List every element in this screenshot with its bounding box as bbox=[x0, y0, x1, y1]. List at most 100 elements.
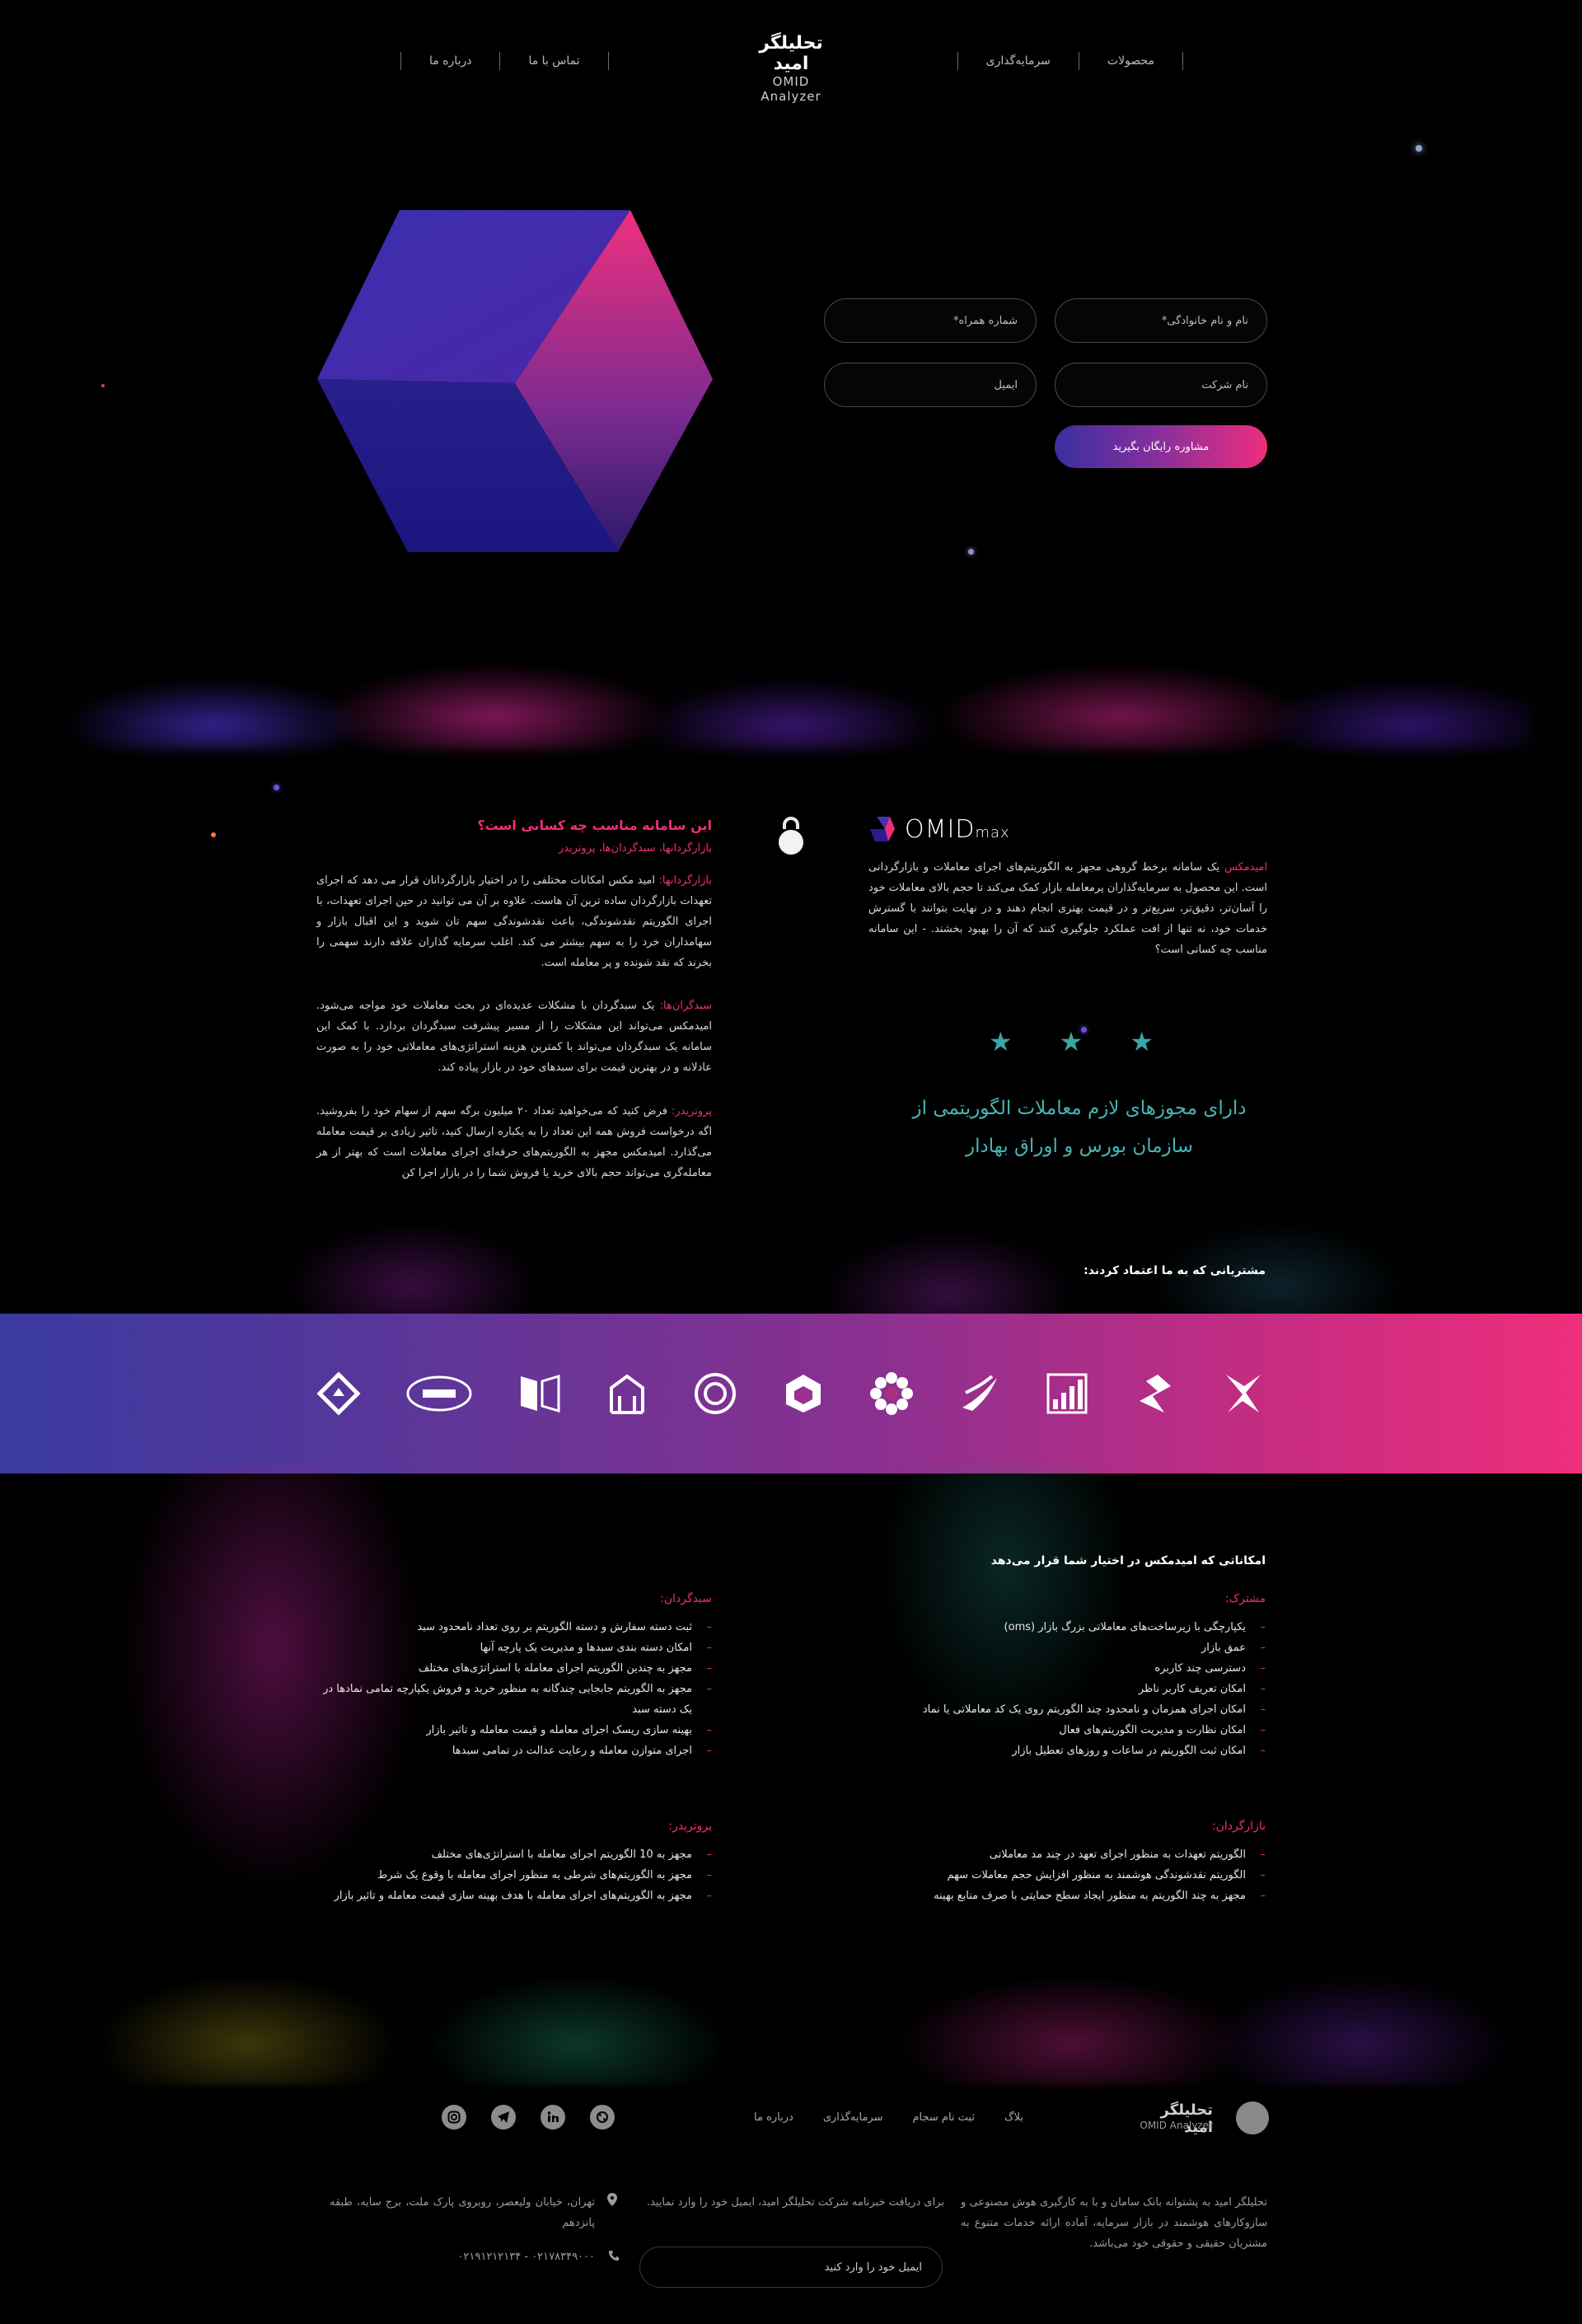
footer-about-text: تحلیلگر امید به پشتوانه بانک سامان و با … bbox=[961, 2196, 1267, 2250]
list-item: الگوریتم نقدشوندگی هوشمند به منظور افزای… bbox=[854, 1865, 1266, 1886]
common-features-list: یکپارچگی با زیرساخت‌های معاملاتی بزرگ با… bbox=[854, 1617, 1266, 1761]
company-input[interactable]: نام شرکت bbox=[1055, 363, 1267, 407]
footer-nav: بلاگ ثبت نام سجام سرمایه‌گذاری درباره ما bbox=[754, 2111, 1023, 2124]
footer-nav-blog[interactable]: بلاگ bbox=[1004, 2111, 1023, 2124]
list-item: مجهز به الگوریتم‌های اجرای معامله با هدف… bbox=[316, 1886, 712, 1906]
footer-nav-about[interactable]: درباره ما bbox=[754, 2111, 793, 2124]
telegram-icon[interactable] bbox=[491, 2105, 516, 2130]
audience-marketmakers-text: بازارگردانها: امید مکس امکانات مختلفی را… bbox=[316, 874, 712, 969]
list-item: دسترسی چند کاربره bbox=[854, 1658, 1266, 1679]
client-logo bbox=[517, 1371, 562, 1416]
star-icon: ★ bbox=[1130, 1026, 1154, 1057]
client-logo bbox=[1045, 1371, 1089, 1416]
marketmaker-features-heading: بازارگردان: bbox=[1211, 1820, 1266, 1833]
newsletter-text: برای دریافت خبرنامه شرکت تحلیلگر امید، ا… bbox=[646, 2196, 944, 2209]
location-pin-icon bbox=[606, 2192, 618, 2210]
licence-stars: ★ ★ ★ bbox=[989, 1028, 1154, 1061]
social-links bbox=[442, 2105, 615, 2130]
email-input[interactable]: ایمیل bbox=[824, 363, 1037, 407]
fullname-input[interactable]: نام و نام خانوادگی* bbox=[1055, 298, 1267, 343]
audience-subtitle: بازارگردانها، سبدگردان‌ها، پروتریدر bbox=[558, 842, 712, 855]
newsletter-placeholder: ایمیل خود را وارد کنید bbox=[824, 2261, 922, 2274]
site-logo[interactable]: تحلیلگر امید OMID Analyzer bbox=[742, 33, 840, 104]
star-decoration bbox=[274, 785, 279, 790]
omidmax-logo-text: OMIDmax bbox=[905, 814, 1010, 844]
company-placeholder: نام شرکت bbox=[1201, 378, 1248, 391]
list-item: مجهز به الگوریتم جابجایی چندگانه به منظو… bbox=[316, 1679, 712, 1720]
nav-investment[interactable]: سرمایه‌گذاری bbox=[957, 52, 1079, 70]
features-glow-decoration bbox=[0, 1467, 1582, 2085]
phone-input[interactable]: شماره همراه* bbox=[824, 298, 1037, 343]
footer-address: تهران، خیابان ولیعصر، روبروی پارک ملت، ب… bbox=[330, 2196, 595, 2229]
client-logo bbox=[1133, 1371, 1177, 1416]
phone-placeholder: شماره همراه* bbox=[952, 314, 1018, 327]
email-placeholder: ایمیل bbox=[994, 378, 1018, 391]
list-item: امکان اجرای همزمان و نامحدود چند الگوریت… bbox=[854, 1699, 1266, 1720]
list-item: عمق بازار bbox=[854, 1638, 1266, 1658]
common-features-heading: مشترک: bbox=[1224, 1592, 1266, 1605]
list-item: امکان تعریف کاربر ناظر bbox=[854, 1679, 1266, 1699]
client-logo bbox=[781, 1371, 826, 1416]
footer-nav-sejam[interactable]: ثبت نام سجام bbox=[912, 2111, 975, 2124]
nav-contact[interactable]: تماس با ما bbox=[499, 52, 609, 70]
protrader-features-list: مجهز به 10 الگوریتم اجرای معامله با استر… bbox=[316, 1844, 712, 1906]
licence-text: دارای مجوزهای لازم معاملات الگوریتمی از … bbox=[912, 1098, 1247, 1157]
list-item: مجهز به الگوریتم‌های شرطی به منظور اجرای… bbox=[316, 1865, 712, 1886]
product-intro: امیدمکس یک سامانه برخط گروهی مجهز به الگ… bbox=[868, 861, 1267, 956]
list-item: امکان دسته بندی سبدها و مدیریت یک پارچه … bbox=[316, 1638, 712, 1658]
main-nav-right: محصولات سرمایه‌گذاری bbox=[957, 45, 1183, 77]
star-decoration bbox=[211, 832, 216, 837]
list-item: مجهز به 10 الگوریتم اجرای معامله با استر… bbox=[316, 1844, 712, 1865]
marketmaker-features-list: الگوریتم تعهدات به منظور اجرای تعهد در چ… bbox=[854, 1844, 1266, 1906]
client-logos-row bbox=[316, 1371, 1266, 1416]
footer-logo-mark bbox=[1236, 2101, 1269, 2134]
list-item: ثبت دسته سفارش و دسته الگوریتم بر روی تع… bbox=[316, 1617, 712, 1638]
logo-en-text: OMID Analyzer bbox=[761, 74, 821, 104]
list-item: بهینه سازی ریسک اجرای معامله و قیمت معام… bbox=[316, 1720, 712, 1741]
star-icon: ★ bbox=[989, 1026, 1013, 1057]
nav-about[interactable]: درباره ما bbox=[400, 52, 499, 70]
footer-phone: ۰۲۱۷۸۳۴۹۰۰۰ - ۰۲۱۹۱۲۱۲۱۳۴ bbox=[457, 2251, 595, 2263]
main-nav-left: تماس با ما درباره ما bbox=[400, 45, 609, 77]
list-item: امکان ثبت الگوریتم در ساعات و روزهای تعط… bbox=[854, 1741, 1266, 1761]
portfolio-features-list: ثبت دسته سفارش و دسته الگوریتم بر روی تع… bbox=[316, 1617, 712, 1761]
client-logo bbox=[316, 1371, 361, 1416]
list-item: مجهز به چندین الگوریتم اجرای معامله با ا… bbox=[316, 1658, 712, 1679]
free-consult-button[interactable]: مشاوره رایگان بگیرید bbox=[1055, 425, 1267, 468]
footer-logo[interactable]: تحلیلگر امید OMID Analyzer bbox=[1137, 2100, 1269, 2136]
protrader-features-heading: پروتریدر: bbox=[668, 1820, 712, 1833]
nav-products[interactable]: محصولات bbox=[1078, 52, 1183, 70]
logo-fa-text: تحلیلگر امید bbox=[759, 33, 823, 74]
star-icon: ★ bbox=[1059, 1026, 1084, 1057]
client-logo bbox=[869, 1371, 914, 1416]
fullname-placeholder: نام و نام خانوادگی* bbox=[1161, 314, 1248, 327]
list-item: اجرای متوازن معامله و رعایت عدالت در تما… bbox=[316, 1741, 712, 1761]
list-item: مجهز به چند الگوریتم به منظور ایجاد سطح … bbox=[854, 1886, 1266, 1906]
star-decoration bbox=[968, 549, 974, 555]
linkedin-icon[interactable] bbox=[541, 2105, 565, 2130]
newsletter-email-input[interactable]: ایمیل خود را وارد کنید bbox=[639, 2247, 943, 2288]
client-logo bbox=[405, 1371, 474, 1416]
footer-logo-en: OMID Analyzer bbox=[1140, 2120, 1213, 2131]
portfolio-features-heading: سبدگردان: bbox=[660, 1592, 712, 1605]
client-logo bbox=[605, 1371, 649, 1416]
instagram-icon[interactable] bbox=[442, 2105, 466, 2130]
omidmax-cube-icon bbox=[870, 817, 895, 841]
audience-title: این سامانه مناسب چه کسانی است؟ bbox=[477, 818, 712, 833]
list-item: الگوریتم تعهدات به منظور اجرای تعهد در چ… bbox=[854, 1844, 1266, 1865]
star-decoration bbox=[1416, 145, 1422, 152]
hero-glow-decoration bbox=[49, 610, 1533, 750]
footer-nav-investment[interactable]: سرمایه‌گذاری bbox=[823, 2111, 883, 2124]
omidmax-logo: OMIDmax bbox=[868, 813, 1050, 846]
phone-icon bbox=[608, 2250, 620, 2265]
list-item: امکان نظارت و مدیریت الگوریتم‌های فعال bbox=[854, 1720, 1266, 1741]
list-item: یکپارچگی با زیرساخت‌های معاملاتی بزرگ با… bbox=[854, 1617, 1266, 1638]
client-logo bbox=[693, 1371, 737, 1416]
audience-portfolio-text: سبدگران‌ها: یک سبدگردان با مشکلات عدیده‌… bbox=[316, 1000, 712, 1074]
client-logo bbox=[1221, 1371, 1266, 1416]
client-logo bbox=[957, 1371, 1002, 1416]
hero-cube-illustration bbox=[317, 210, 713, 552]
clients-title: مشتریانی که به ما اعتماد کردند: bbox=[1084, 1264, 1266, 1277]
features-title: امکاناتی که امیدمکس در اختیار شما قرار م… bbox=[990, 1554, 1266, 1567]
aparat-icon[interactable] bbox=[590, 2105, 615, 2130]
